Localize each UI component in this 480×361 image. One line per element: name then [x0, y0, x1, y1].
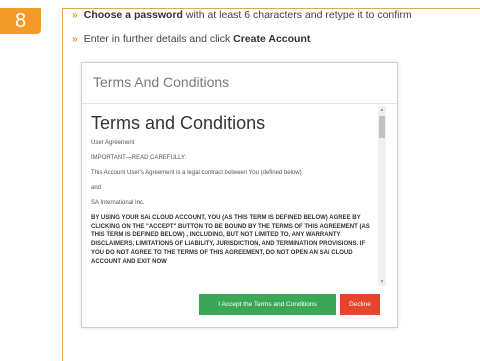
instruction-choose-password: » Choose a password with at least 6 char… — [72, 9, 412, 21]
modal-header: Terms And Conditions — [82, 63, 397, 104]
terms-paragraph: IMPORTANT—READ CAREFULLY: — [91, 155, 187, 161]
decline-button[interactable]: Decline — [340, 294, 380, 315]
terms-heading: Terms and Conditions — [91, 113, 266, 133]
terms-modal: Terms And Conditions Terms and Condition… — [81, 62, 398, 328]
accept-terms-button[interactable]: I Accept the Terms and Conditions — [199, 294, 336, 315]
left-divider — [62, 8, 63, 361]
instruction-further-details: » Enter in further details and click Cre… — [72, 33, 310, 45]
terms-paragraph: User Agreement — [91, 140, 135, 146]
terms-scrollbar[interactable]: ▲ ▼ — [378, 106, 386, 286]
modal-title: Terms And Conditions — [93, 74, 230, 90]
instruction-bold-text: Create Account — [233, 33, 311, 45]
scroll-down-arrow-icon[interactable]: ▼ — [378, 278, 386, 286]
step-number-badge: 8 — [0, 8, 41, 34]
scroll-up-arrow-icon[interactable]: ▲ — [378, 106, 386, 114]
terms-content: Terms and Conditions User Agreement IMPO… — [91, 106, 376, 273]
scrollbar-thumb[interactable] — [379, 116, 385, 138]
terms-legal-paragraph: BY USING YOUR SAi CLOUD ACCOUNT, YOU (AS… — [91, 215, 370, 265]
double-chevron-icon: » — [72, 9, 78, 21]
terms-paragraph: This Account User's Agreement is a legal… — [91, 170, 302, 176]
terms-scroll-area[interactable]: Terms and Conditions User Agreement IMPO… — [91, 106, 387, 286]
terms-paragraph: and — [91, 185, 102, 191]
instruction-text: Enter in further details and click — [83, 33, 234, 45]
instruction-text: with at least 6 characters and retype it… — [182, 9, 412, 21]
instruction-bold-text: Choose a password — [83, 9, 183, 21]
terms-paragraph: SA International Inc. — [91, 200, 145, 206]
double-chevron-icon: » — [72, 33, 78, 45]
